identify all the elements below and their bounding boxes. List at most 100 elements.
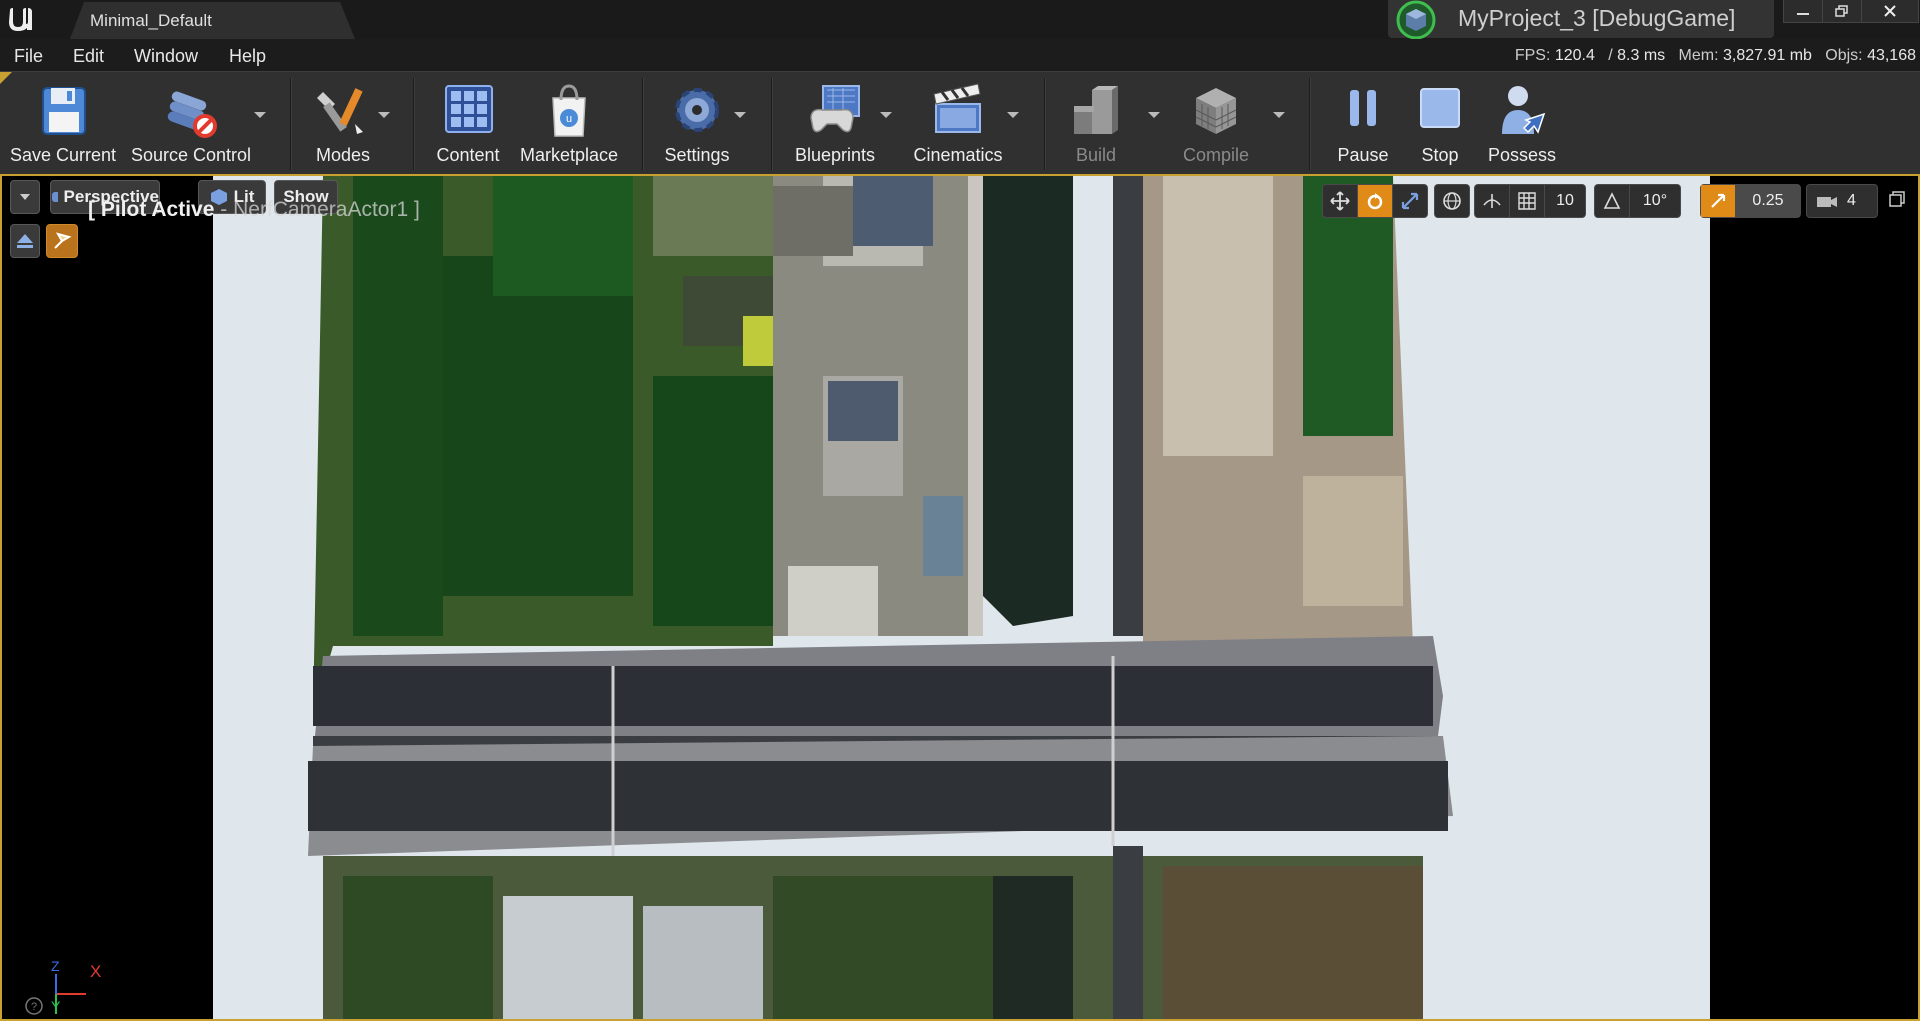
rotate-tool-button[interactable]: [1358, 185, 1393, 217]
blueprints-label: Blueprints: [794, 145, 876, 165]
menu-file[interactable]: File: [14, 46, 43, 67]
restore-button[interactable]: [1822, 0, 1862, 23]
level-viewport[interactable]: Perspective Lit Show [ Pilot Active - Ne…: [0, 174, 1920, 1021]
marketplace-button[interactable]: u Marketplace: [514, 72, 624, 175]
blueprints-icon: [810, 85, 860, 133]
marketplace-label: Marketplace: [519, 145, 619, 165]
blueprints-dropdown-arrow[interactable]: [880, 112, 892, 118]
axis-y-label: Y: [51, 998, 61, 1014]
compile-icon: [1195, 88, 1237, 134]
axis-x-label: X: [90, 962, 102, 981]
scale-tool-button[interactable]: [1393, 185, 1427, 217]
rotate-icon: [1367, 193, 1383, 210]
save-current-button[interactable]: Save Current: [4, 72, 122, 175]
camera-speed-button[interactable]: 4: [1806, 184, 1878, 218]
svg-text:?: ?: [31, 1001, 37, 1013]
rotation-snap-toggle[interactable]: [1595, 185, 1630, 217]
performance-stats: FPS: 120.4 / 8.3 ms Mem: 3,827.91 mb Obj…: [1515, 47, 1916, 65]
source-control-label: Source Control: [130, 145, 252, 165]
rotation-snap-value: 10°: [1642, 192, 1668, 209]
toolbar-separator: [1309, 78, 1311, 170]
frame-time-value: 8.3 ms: [1617, 47, 1666, 64]
world-local-toggle[interactable]: [1435, 185, 1469, 217]
pause-label: Pause: [1337, 145, 1389, 165]
level-tab[interactable]: Minimal_Default: [70, 2, 355, 39]
build-icon: [1074, 86, 1118, 134]
rotation-snap-value-button[interactable]: 10°: [1630, 185, 1680, 217]
settings-icon: [675, 88, 719, 132]
objs-label: Objs:: [1825, 47, 1863, 64]
scale-snap-group: 0.25: [1700, 184, 1801, 218]
content-icon: [445, 85, 493, 133]
grid-snap-group: 10: [1474, 184, 1586, 218]
main-toolbar: Save Current Source Control Modes Conten…: [0, 71, 1920, 175]
close-icon: [1884, 5, 1896, 17]
restore-icon: [1835, 5, 1848, 17]
scale-snap-toggle[interactable]: [1701, 185, 1736, 217]
maximize-viewport-button[interactable]: [1888, 190, 1906, 213]
fps-value: 120.4: [1554, 47, 1595, 64]
content-label: Content: [436, 145, 500, 165]
source-control-button[interactable]: Source Control: [128, 72, 254, 175]
fps-label: FPS:: [1514, 47, 1551, 64]
menu-edit[interactable]: Edit: [73, 46, 104, 67]
menu-window[interactable]: Window: [134, 46, 198, 67]
camera-speed-value: 4: [1847, 192, 1856, 209]
pause-button[interactable]: Pause: [1326, 72, 1400, 175]
settings-dropdown-arrow[interactable]: [734, 112, 746, 118]
title-bar: Minimal_Default MyProject_3 [DebugGame]: [0, 0, 1920, 40]
unreal-logo-icon[interactable]: [6, 4, 36, 34]
angle-icon: [1603, 192, 1621, 209]
eject-icon: [17, 234, 33, 248]
build-button[interactable]: Build: [1058, 72, 1134, 175]
pilot-icon: [54, 232, 72, 249]
coordinate-space-group: [1434, 184, 1470, 218]
viewport-options-button[interactable]: [10, 180, 40, 214]
surface-snap-button[interactable]: [1475, 185, 1510, 217]
grid-snap-value-button[interactable]: 10: [1545, 185, 1585, 217]
settings-label: Settings: [664, 145, 730, 165]
marketplace-icon: u: [552, 84, 586, 137]
build-dropdown-arrow[interactable]: [1148, 112, 1160, 118]
camera-speed-icon-cell: [1807, 185, 1847, 217]
translate-tool-button[interactable]: [1323, 185, 1358, 217]
camera-icon: [1817, 197, 1837, 207]
pilot-actor-button[interactable]: [46, 224, 78, 258]
scale-arrows-icon: [1401, 192, 1419, 210]
save-current-label: Save Current: [9, 145, 117, 165]
build-label: Build: [1075, 145, 1117, 165]
scale-snap-value: 0.25: [1752, 192, 1784, 209]
aerial-scene-render[interactable]: [213, 176, 1710, 1021]
possess-button[interactable]: Possess: [1480, 72, 1564, 175]
cinematics-label: Cinematics: [913, 145, 1003, 165]
compile-button[interactable]: Compile: [1170, 72, 1262, 175]
compile-label: Compile: [1182, 145, 1250, 165]
modes-dropdown-arrow[interactable]: [378, 112, 390, 118]
close-button[interactable]: [1861, 0, 1919, 23]
source-control-dropdown-arrow[interactable]: [254, 112, 266, 118]
modes-button[interactable]: Modes: [300, 72, 386, 175]
content-button[interactable]: Content: [428, 72, 508, 175]
eject-button[interactable]: [10, 224, 40, 258]
stop-label: Stop: [1421, 145, 1459, 165]
chevron-down-icon: [20, 194, 30, 200]
menu-bar: File Edit Window Help FPS: 120.4 / 8.3 m…: [0, 39, 1920, 71]
stop-button[interactable]: Stop: [1406, 72, 1474, 175]
maximize-icon: [1889, 191, 1905, 207]
cinematics-dropdown-arrow[interactable]: [1007, 112, 1019, 118]
transform-tools-group: [1322, 184, 1428, 218]
scale-snap-value-button[interactable]: 0.25: [1736, 185, 1800, 217]
move-arrows-icon: [1330, 191, 1350, 211]
minimize-button[interactable]: [1783, 0, 1823, 23]
cinematics-button[interactable]: Cinematics: [906, 72, 1010, 175]
menu-help[interactable]: Help: [229, 46, 266, 67]
blueprints-button[interactable]: Blueprints: [784, 72, 886, 175]
toolbar-separator: [642, 78, 644, 170]
compile-dropdown-arrow[interactable]: [1273, 112, 1285, 118]
toolbar-separator: [413, 78, 415, 170]
pause-icon: [1350, 90, 1376, 126]
grid-icon: [1518, 192, 1536, 210]
settings-button[interactable]: Settings: [654, 72, 740, 175]
piloted-actor-name: - NerfCameraActor1 ]: [220, 198, 420, 221]
grid-snap-toggle[interactable]: [1510, 185, 1545, 217]
